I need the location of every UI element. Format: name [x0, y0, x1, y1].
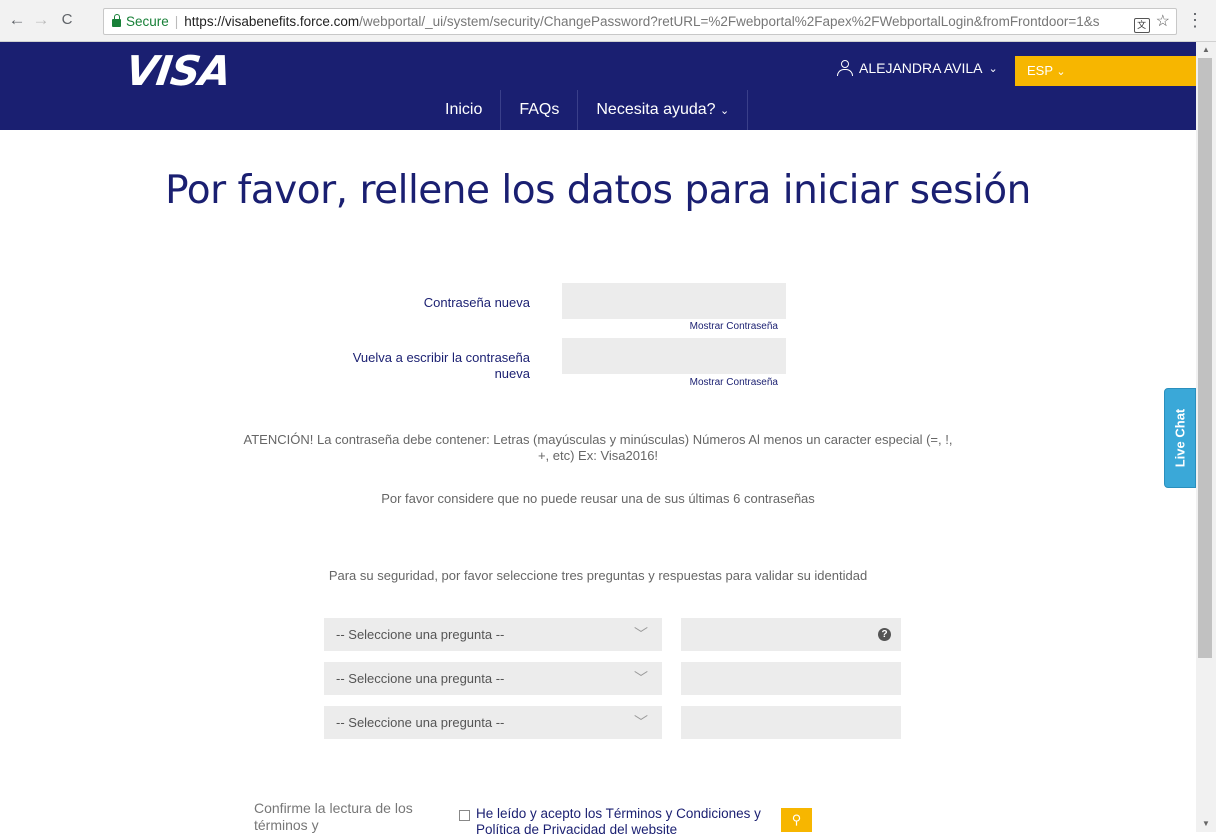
terms-label: Confirme la lectura de los términos y	[254, 800, 413, 833]
chevron-down-icon: ﹀	[634, 670, 648, 686]
show-password-link-2[interactable]: Mostrar Contraseña	[600, 377, 778, 388]
scroll-down-arrow[interactable]: ▼	[1196, 816, 1216, 832]
browser-toolbar: ← → C Secure | https://visabenefits.force.…	[0, 0, 1216, 42]
terms-link[interactable]: He leído y acepto los Términos y Condici…	[476, 806, 776, 838]
new-password-label: Contraseña nueva	[423, 295, 530, 310]
answer-input-1[interactable]: ?	[681, 618, 901, 651]
url-host: https://visabenefits.force.com	[184, 14, 360, 29]
question-select-3[interactable]: -- Seleccione una pregunta -- ﹀	[324, 706, 662, 739]
language-label: ESP	[1027, 63, 1053, 78]
reuse-note: Por favor considere que no puede reusar …	[381, 491, 815, 506]
attention-note: ATENCIÓN! La contraseña debe contener: L…	[0, 432, 1196, 464]
attention-line-2: +, etc) Ex: Visa2016!	[537, 448, 659, 463]
page-title: Por favor, rellene los datos para inicia…	[165, 168, 1031, 213]
user-icon	[837, 60, 853, 76]
question-select-1[interactable]: -- Seleccione una pregunta -- ﹀	[324, 618, 662, 651]
address-bar[interactable]: Secure | https://visabenefits.force.com/we…	[103, 8, 1177, 35]
chevron-down-icon: ⌄	[720, 105, 730, 117]
chevron-down-icon: ⌄	[988, 62, 998, 75]
user-name: ALEJANDRA AVILA	[859, 60, 983, 76]
attention-line-1: ATENCIÓN! La contraseña debe contener: L…	[243, 432, 953, 447]
question-select-label: -- Seleccione una pregunta --	[336, 627, 505, 642]
terms-checkbox[interactable]	[459, 810, 470, 821]
retype-password-label: Vuelva a escribir la contraseña nueva	[352, 350, 530, 381]
url-path: /webportal/_ui/system/security/ChangePas…	[359, 14, 1100, 29]
search-icon: ⚲	[791, 812, 802, 827]
answer-input-3[interactable]	[681, 706, 901, 739]
language-selector[interactable]: ESP ⌄	[1015, 56, 1196, 86]
site-header: VISA ALEJANDRA AVILA ⌄ ESP ⌄ Inicio FAQs…	[0, 42, 1196, 130]
visa-logo[interactable]: VISA	[123, 47, 234, 95]
reload-button[interactable]: C	[56, 9, 78, 31]
back-button[interactable]: ←	[6, 9, 28, 31]
search-button[interactable]: ⚲	[781, 808, 812, 832]
help-icon[interactable]: ?	[878, 628, 891, 641]
forward-button[interactable]: →	[30, 9, 52, 31]
nav-inicio[interactable]: Inicio	[427, 90, 502, 130]
chevron-down-icon: ﹀	[634, 626, 648, 642]
scroll-thumb[interactable]	[1198, 58, 1212, 658]
question-select-label: -- Seleccione una pregunta --	[336, 715, 505, 730]
security-note: Para su seguridad, por favor seleccione …	[328, 568, 868, 583]
nav-help[interactable]: Necesita ayuda? ⌄	[578, 90, 749, 130]
chevron-down-icon: ⌄	[1056, 66, 1066, 78]
live-chat-button[interactable]: Live Chat	[1164, 388, 1196, 488]
show-password-link[interactable]: Mostrar Contraseña	[600, 321, 778, 332]
answer-input-2[interactable]	[681, 662, 901, 695]
browser-menu-icon[interactable]: ⋮	[1186, 9, 1204, 31]
lock-icon	[112, 14, 121, 27]
retype-password-input[interactable]	[562, 338, 786, 374]
translate-icon[interactable]: 文	[1133, 18, 1150, 33]
secure-label: Secure	[126, 14, 169, 29]
new-password-input[interactable]	[562, 283, 786, 319]
main-nav: Inicio FAQs Necesita ayuda? ⌄	[427, 90, 749, 130]
scroll-up-arrow[interactable]: ▲	[1196, 42, 1216, 58]
nav-help-label: Necesita ayuda?	[596, 101, 716, 118]
scrollbar[interactable]: ▲ ▼	[1196, 42, 1216, 832]
user-menu[interactable]: ALEJANDRA AVILA ⌄	[837, 60, 998, 76]
star-icon[interactable]: ☆	[1156, 13, 1170, 30]
chevron-down-icon: ﹀	[634, 714, 648, 730]
question-select-2[interactable]: -- Seleccione una pregunta -- ﹀	[324, 662, 662, 695]
question-select-label: -- Seleccione una pregunta --	[336, 671, 505, 686]
nav-faqs[interactable]: FAQs	[501, 90, 579, 130]
live-chat-label: Live Chat	[1172, 408, 1188, 468]
